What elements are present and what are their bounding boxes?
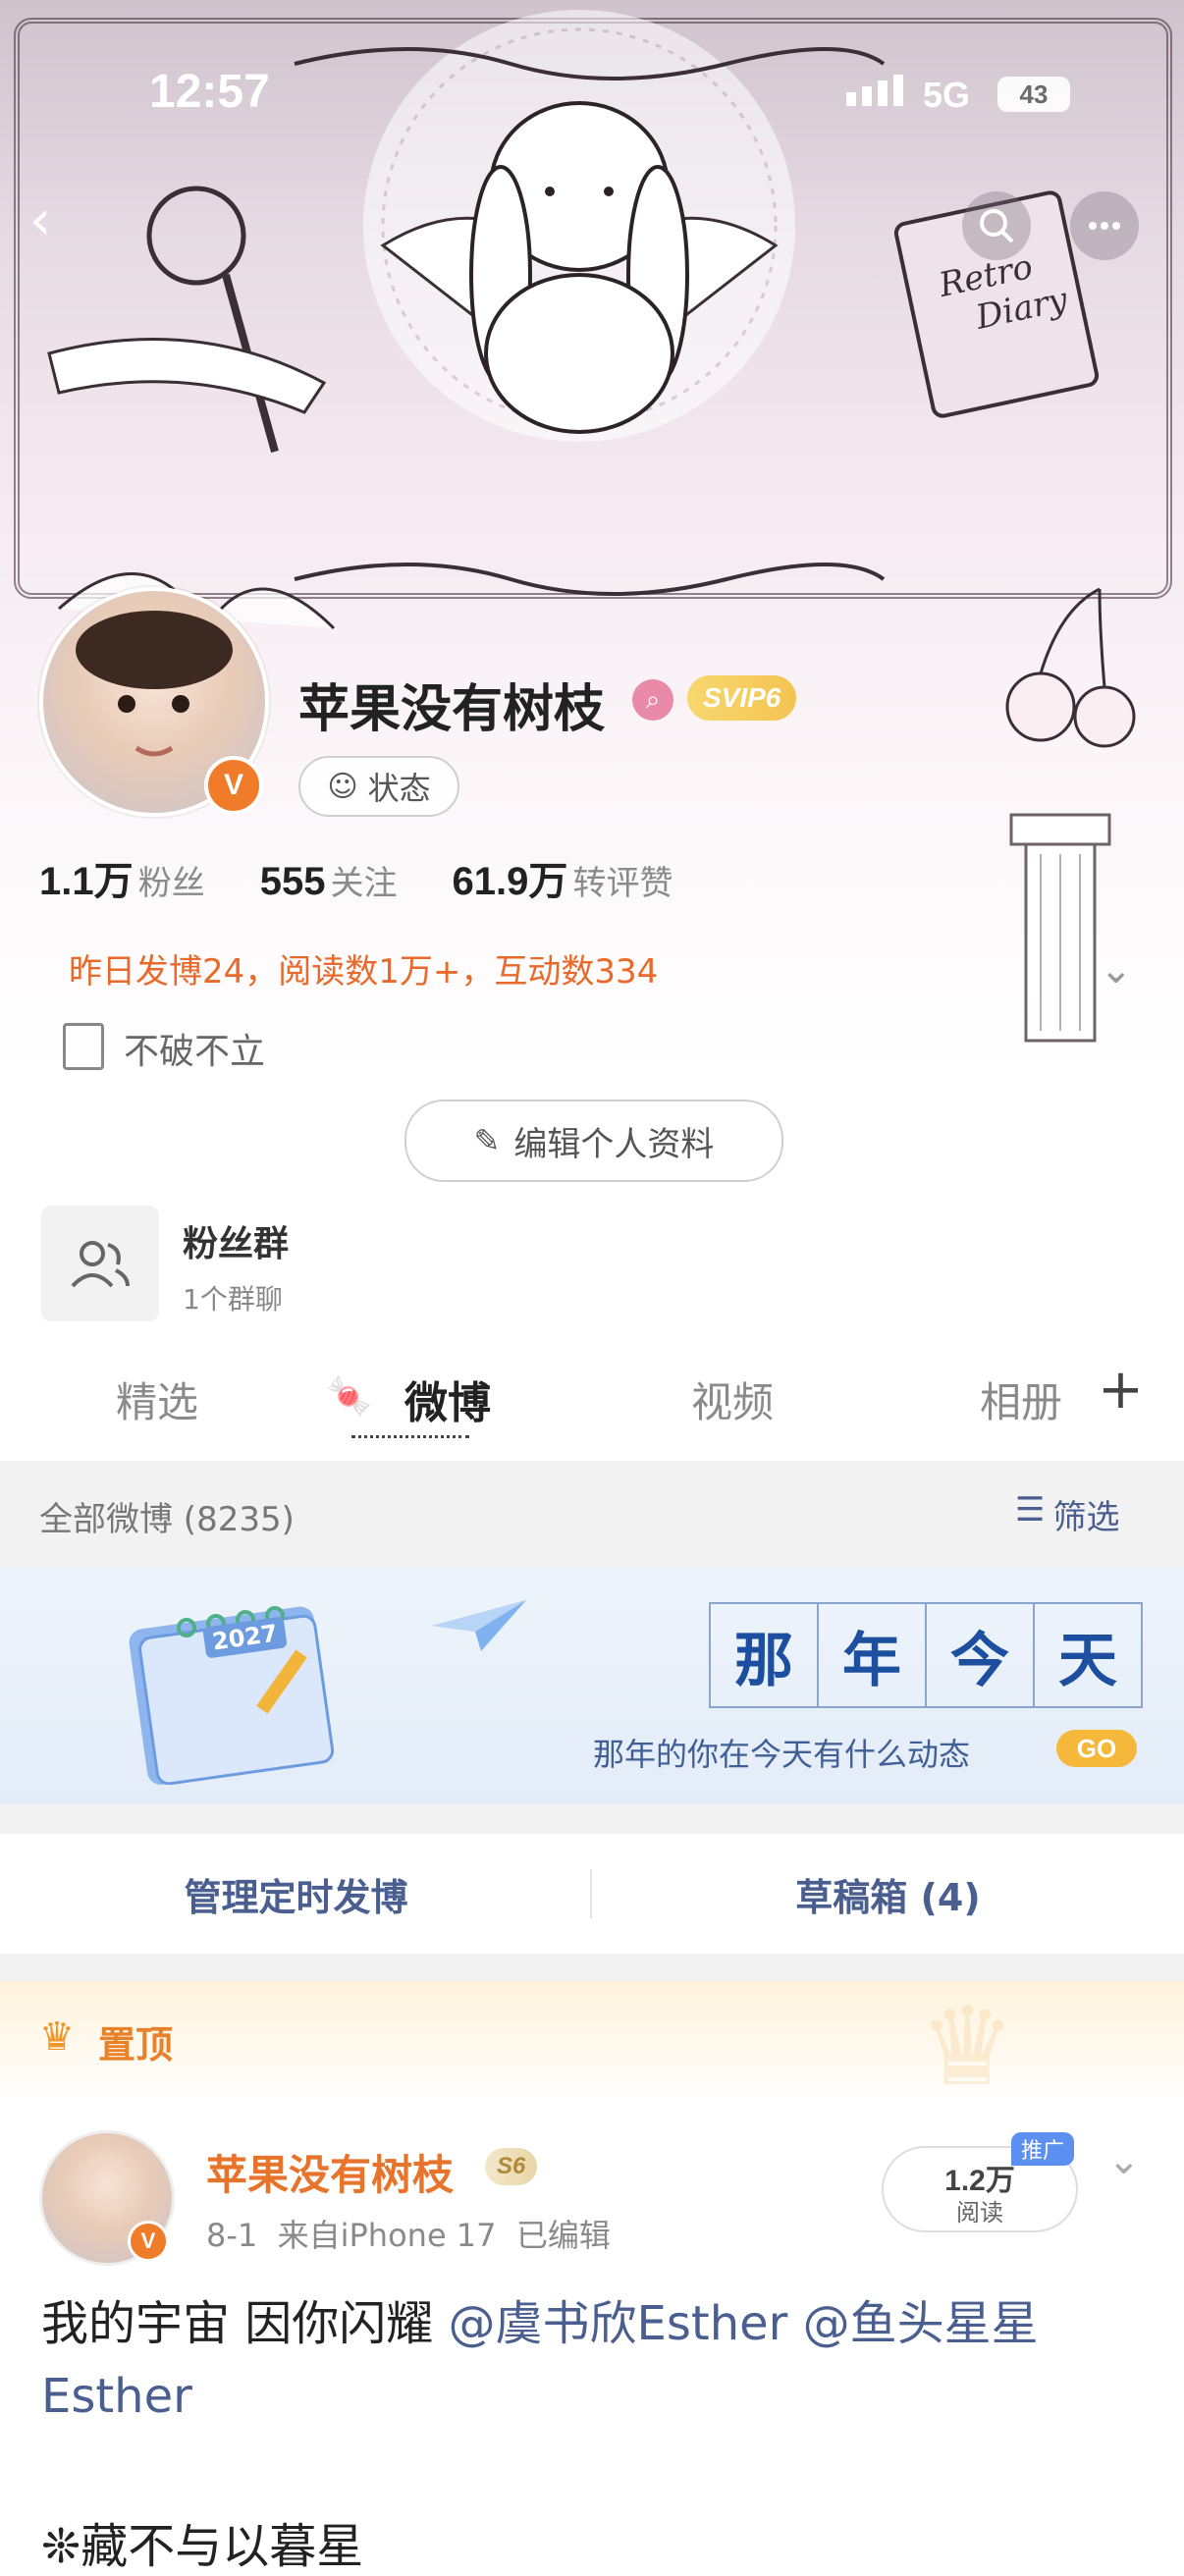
stat-fans[interactable]: 1.1万 粉丝 xyxy=(39,849,205,906)
divider xyxy=(0,1954,1184,1981)
stat-likes[interactable]: 61.9万 转评赞 xyxy=(453,849,673,906)
profile-name: 苹果没有树枝 xyxy=(298,680,606,739)
tab-album[interactable]: 相册 xyxy=(980,1369,1062,1429)
title-char: 那 xyxy=(709,1602,819,1708)
candy-icon: 🍬 xyxy=(326,1374,373,1418)
status-time: 12:57 xyxy=(149,66,270,118)
on-this-day-title: 那 年 今 天 xyxy=(709,1602,1143,1708)
title-char: 年 xyxy=(819,1602,927,1708)
pinned-label: 置顶 xyxy=(98,2023,174,2066)
manage-scheduled-button[interactable]: 管理定时发博 xyxy=(0,1834,592,1954)
post-text-body: 我的宇宙 因你闪耀 xyxy=(41,2296,449,2351)
edit-profile-button[interactable]: ✎ 编辑个人资料 xyxy=(404,1100,783,1182)
paper-plane-icon xyxy=(432,1600,526,1651)
group-icon xyxy=(71,1241,130,1288)
reads-label: 阅读 xyxy=(956,2199,1003,2227)
drafts-button[interactable]: 草稿箱 (4) xyxy=(592,1834,1184,1954)
on-this-day-subtitle: 那年的你在今天有什么动态 xyxy=(593,1736,971,1773)
search-icon xyxy=(980,209,1014,243)
mention-link[interactable]: @虞书欣Esther xyxy=(449,2296,788,2351)
filter-label: 筛选 xyxy=(1052,1498,1120,1537)
level-badge[interactable]: S6 xyxy=(485,2148,538,2185)
post-text-line: ❊藏不与以暮星 xyxy=(41,2519,364,2574)
bio-icon xyxy=(63,1023,104,1070)
profile-header-background: Retro Diary xyxy=(0,0,1184,1070)
post-meta: 8-1 来自iPhone 17 已编辑 xyxy=(206,2217,611,2254)
network-label: 5G xyxy=(923,75,971,115)
status-label: 状态 xyxy=(367,770,431,807)
fan-group-subtitle: 1个群聊 xyxy=(183,1283,283,1315)
edit-profile-label: 编辑个人资料 xyxy=(513,1124,715,1164)
battery-icon: 43 xyxy=(997,77,1070,112)
pencil-icon: ✎ xyxy=(473,1122,501,1159)
status-icon: ☺ xyxy=(327,769,358,804)
back-icon[interactable]: ‹ xyxy=(29,193,69,248)
filter-icon: ☰ xyxy=(1015,1490,1046,1530)
add-tab-icon[interactable]: + xyxy=(1098,1363,1144,1418)
search-pink-icon[interactable]: ⌕ xyxy=(632,679,673,721)
tab-featured[interactable]: 精选 xyxy=(116,1369,198,1429)
decorative-illustration xyxy=(47,10,1136,1043)
verified-badge-icon: V xyxy=(204,756,263,815)
tab-active-indicator xyxy=(351,1435,469,1444)
fan-group-icon[interactable] xyxy=(41,1206,159,1321)
fan-group-title[interactable]: 粉丝群 xyxy=(183,1215,289,1266)
tab-weibo[interactable]: 微博 xyxy=(404,1368,491,1430)
profile-stats: 1.1万 粉丝 555 关注 61.9万 转评赞 xyxy=(39,849,673,906)
more-button[interactable] xyxy=(1070,191,1139,260)
feed-count: 全部微博 (8235) xyxy=(39,1500,295,1539)
crown-watermark-icon: ♛ xyxy=(919,1984,1016,2110)
filter-button[interactable]: ☰ 筛选 xyxy=(1015,1490,1119,1538)
expand-chevron-icon[interactable]: ⌄ xyxy=(1100,947,1133,993)
post-author[interactable]: 苹果没有树枝 xyxy=(206,2142,454,2202)
go-button[interactable]: GO xyxy=(1056,1730,1137,1767)
signal-icon xyxy=(846,75,903,106)
activity-summary[interactable]: 昨日发博24，阅读数1万+，互动数334 xyxy=(69,944,658,993)
promote-badge[interactable]: 推广 xyxy=(1011,2132,1075,2166)
bio-text: 不破不立 xyxy=(124,1032,266,1072)
svip-badge[interactable]: SVIP6 xyxy=(687,675,797,721)
search-button[interactable] xyxy=(962,191,1031,260)
title-char: 今 xyxy=(927,1602,1035,1708)
post-menu-chevron-icon[interactable]: ⌄ xyxy=(1107,2138,1141,2183)
verified-badge-icon: V xyxy=(128,2221,169,2262)
stat-following[interactable]: 555 关注 xyxy=(260,856,398,904)
divider xyxy=(0,1804,1184,1834)
title-char: 天 xyxy=(1035,1602,1143,1708)
post-text: 我的宇宙 因你闪耀 @虞书欣Esther @鱼头星星Esther xyxy=(41,2287,1151,2433)
more-icon xyxy=(1089,222,1120,230)
tab-video[interactable]: 视频 xyxy=(691,1369,774,1429)
status-button[interactable]: ☺ 状态 xyxy=(298,756,459,817)
crown-icon: ♛ xyxy=(39,2014,75,2060)
